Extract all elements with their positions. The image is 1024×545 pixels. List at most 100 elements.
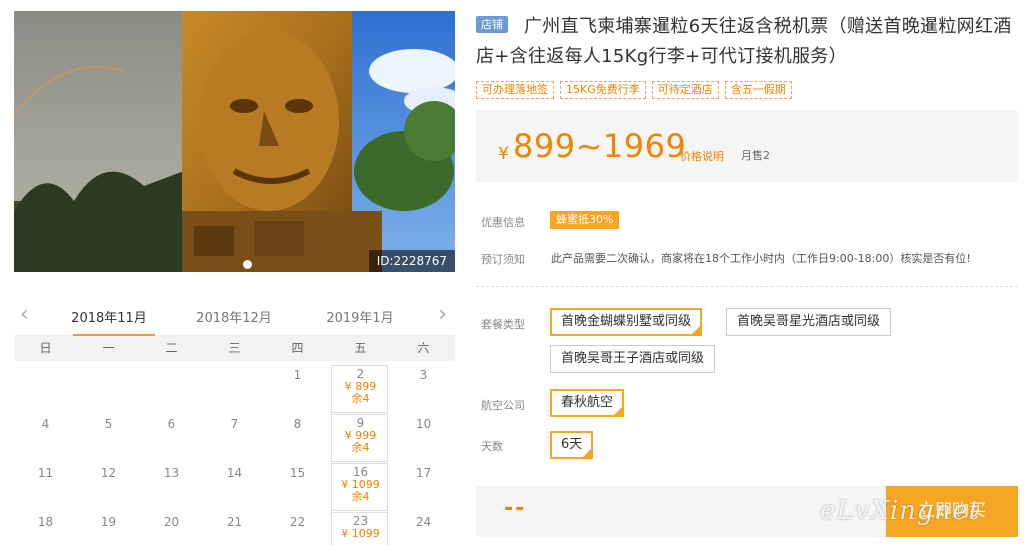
calendar-day: 10	[392, 410, 455, 459]
calendar-grid: 1 2 ¥ 899 余4 3 4 5 6 7 8 9 ¥ 999 余4 10 11 12 13 14 15 16 ¥ 1…	[14, 361, 455, 545]
day-price: ¥ 1099	[341, 527, 380, 540]
calendar-day: 20	[140, 508, 203, 545]
calendar-day: 3	[392, 361, 455, 410]
calendar-day: 6	[140, 410, 203, 459]
day-number: 3	[419, 368, 428, 382]
airline-option[interactable]: 春秋航空	[550, 389, 625, 417]
feature-tag: 可待定酒店	[651, 81, 719, 99]
active-month-indicator	[73, 334, 155, 336]
promo-label: 优惠信息	[481, 216, 525, 229]
feature-tag: 含五一假期	[724, 81, 792, 99]
calendar-day: 18	[14, 508, 77, 545]
calendar-week-row: 1 2 ¥ 899 余4 3	[14, 361, 455, 413]
calendar-day: 12	[77, 459, 140, 508]
calendar-day-available[interactable]: 23 ¥ 1099	[329, 508, 392, 545]
currency-symbol: ¥	[498, 144, 509, 164]
buy-now-button[interactable]: 立即购买	[886, 486, 1018, 537]
weekday-label: 三	[228, 341, 241, 355]
calendar-day: 22	[266, 508, 329, 545]
calendar-day	[14, 361, 77, 410]
calendar-day: 15	[266, 459, 329, 508]
day-number: 9	[356, 416, 365, 430]
day-number: 4	[41, 417, 50, 431]
calendar-day: 7	[203, 410, 266, 459]
days-option[interactable]: 6天	[550, 431, 594, 459]
weekday-label: 六	[417, 341, 430, 355]
carousel-dot[interactable]	[243, 260, 252, 269]
day-number: 18	[37, 515, 54, 529]
day-number: 5	[104, 417, 113, 431]
feature-tags: 可办理落地签 15KG免费行李 可待定酒店 含五一假期	[476, 81, 798, 99]
calendar-week-row: 4 5 6 7 8 9 ¥ 999 余4 10	[14, 410, 455, 462]
price-panel: ¥ 899~1969 价格说明 月售2	[476, 110, 1018, 182]
temple-photo-illustration	[14, 11, 455, 272]
calendar-day: 13	[140, 459, 203, 508]
calendar-week-row: 11 12 13 14 15 16 ¥ 1099 余4 17	[14, 459, 455, 511]
calendar-day: 4	[14, 410, 77, 459]
booking-notice: 此产品需要二次确认，商家将在18个工作小时内（工作日9:00-18:00）核实是…	[551, 252, 971, 265]
day-number: 2	[356, 367, 365, 381]
image-id-label: ID:2228767	[368, 250, 455, 272]
day-number: 17	[415, 466, 432, 480]
next-month-chevron-icon[interactable]: ›	[438, 304, 447, 326]
month-tab-1[interactable]: 2018年11月	[59, 307, 159, 326]
weekday-header: 日一二三四五六	[14, 336, 455, 361]
package-option-2[interactable]: 首晚吴哥星光酒店或同级	[726, 308, 892, 336]
day-number: 12	[100, 466, 117, 480]
calendar-day-available[interactable]: 2 ¥ 899 余4	[329, 361, 392, 413]
calendar-day-available[interactable]: 9 ¥ 999 余4	[329, 410, 392, 462]
day-number: 22	[289, 515, 306, 529]
day-number: 6	[167, 417, 176, 431]
calendar-day: 11	[14, 459, 77, 508]
section-divider	[476, 286, 1018, 287]
feature-tag: 15KG免费行李	[560, 81, 646, 99]
prev-month-chevron-icon[interactable]: ‹	[20, 304, 29, 326]
calendar-day: 21	[203, 508, 266, 545]
day-number: 23	[352, 514, 369, 528]
weekday-label: 四	[291, 341, 304, 355]
calendar-day: 1	[266, 361, 329, 410]
calendar-day	[203, 361, 266, 410]
day-number: 13	[163, 466, 180, 480]
calendar-day: 17	[392, 459, 455, 508]
calendar-day-available[interactable]: 16 ¥ 1099 余4	[329, 459, 392, 511]
day-stock: 余4	[351, 392, 370, 405]
day-number: 1	[293, 368, 302, 382]
product-title: 广州直飞柬埔寨暹粒6天往返含税机票（赠送首晚暹粒网红酒店+含往返每人15Kg行李…	[476, 16, 1012, 67]
calendar-day: 14	[203, 459, 266, 508]
day-number: 21	[226, 515, 243, 529]
day-number: 16	[352, 465, 369, 479]
day-number: 7	[230, 417, 239, 431]
price-explanation-link[interactable]: 价格说明	[680, 148, 724, 164]
package-label: 套餐类型	[481, 318, 525, 331]
calendar-day: 19	[77, 508, 140, 545]
day-number: 14	[226, 466, 243, 480]
package-option-3[interactable]: 首晚吴哥王子酒店或同级	[550, 345, 716, 373]
promo-badge: 蜂蜜抵30%	[550, 211, 620, 229]
calendar-day: 8	[266, 410, 329, 459]
weekday-label: 一	[102, 341, 115, 355]
day-number: 8	[293, 417, 302, 431]
feature-tag: 可办理落地签	[476, 81, 554, 99]
day-number: 20	[163, 515, 180, 529]
shop-badge: 店铺	[476, 16, 508, 33]
day-number: 24	[415, 515, 432, 529]
day-stock: 余4	[351, 441, 370, 454]
product-photo[interactable]: ID:2228767	[14, 11, 455, 272]
weekday-label: 日	[39, 341, 52, 355]
day-number: 10	[415, 417, 432, 431]
monthly-sales: 月售2	[741, 149, 770, 162]
package-option-1[interactable]: 首晚金蝴蝶别墅或同级	[550, 308, 703, 336]
weekday-label: 五	[354, 341, 367, 355]
month-tab-2[interactable]: 2018年12月	[184, 307, 284, 326]
purchase-bar: -- 立即购买	[476, 486, 1018, 537]
day-number: 19	[100, 515, 117, 529]
calendar-day: 24	[392, 508, 455, 545]
notice-label: 预订须知	[481, 253, 525, 266]
calendar-day	[77, 361, 140, 410]
month-tab-3[interactable]: 2019年1月	[310, 307, 410, 326]
price-range: 899~1969	[513, 127, 687, 165]
day-number: 11	[37, 466, 54, 480]
date-calendar: ‹ 2018年11月 2018年12月 2019年1月 › 日一二三四五六 12…	[14, 300, 455, 545]
total-price: --	[504, 496, 527, 521]
